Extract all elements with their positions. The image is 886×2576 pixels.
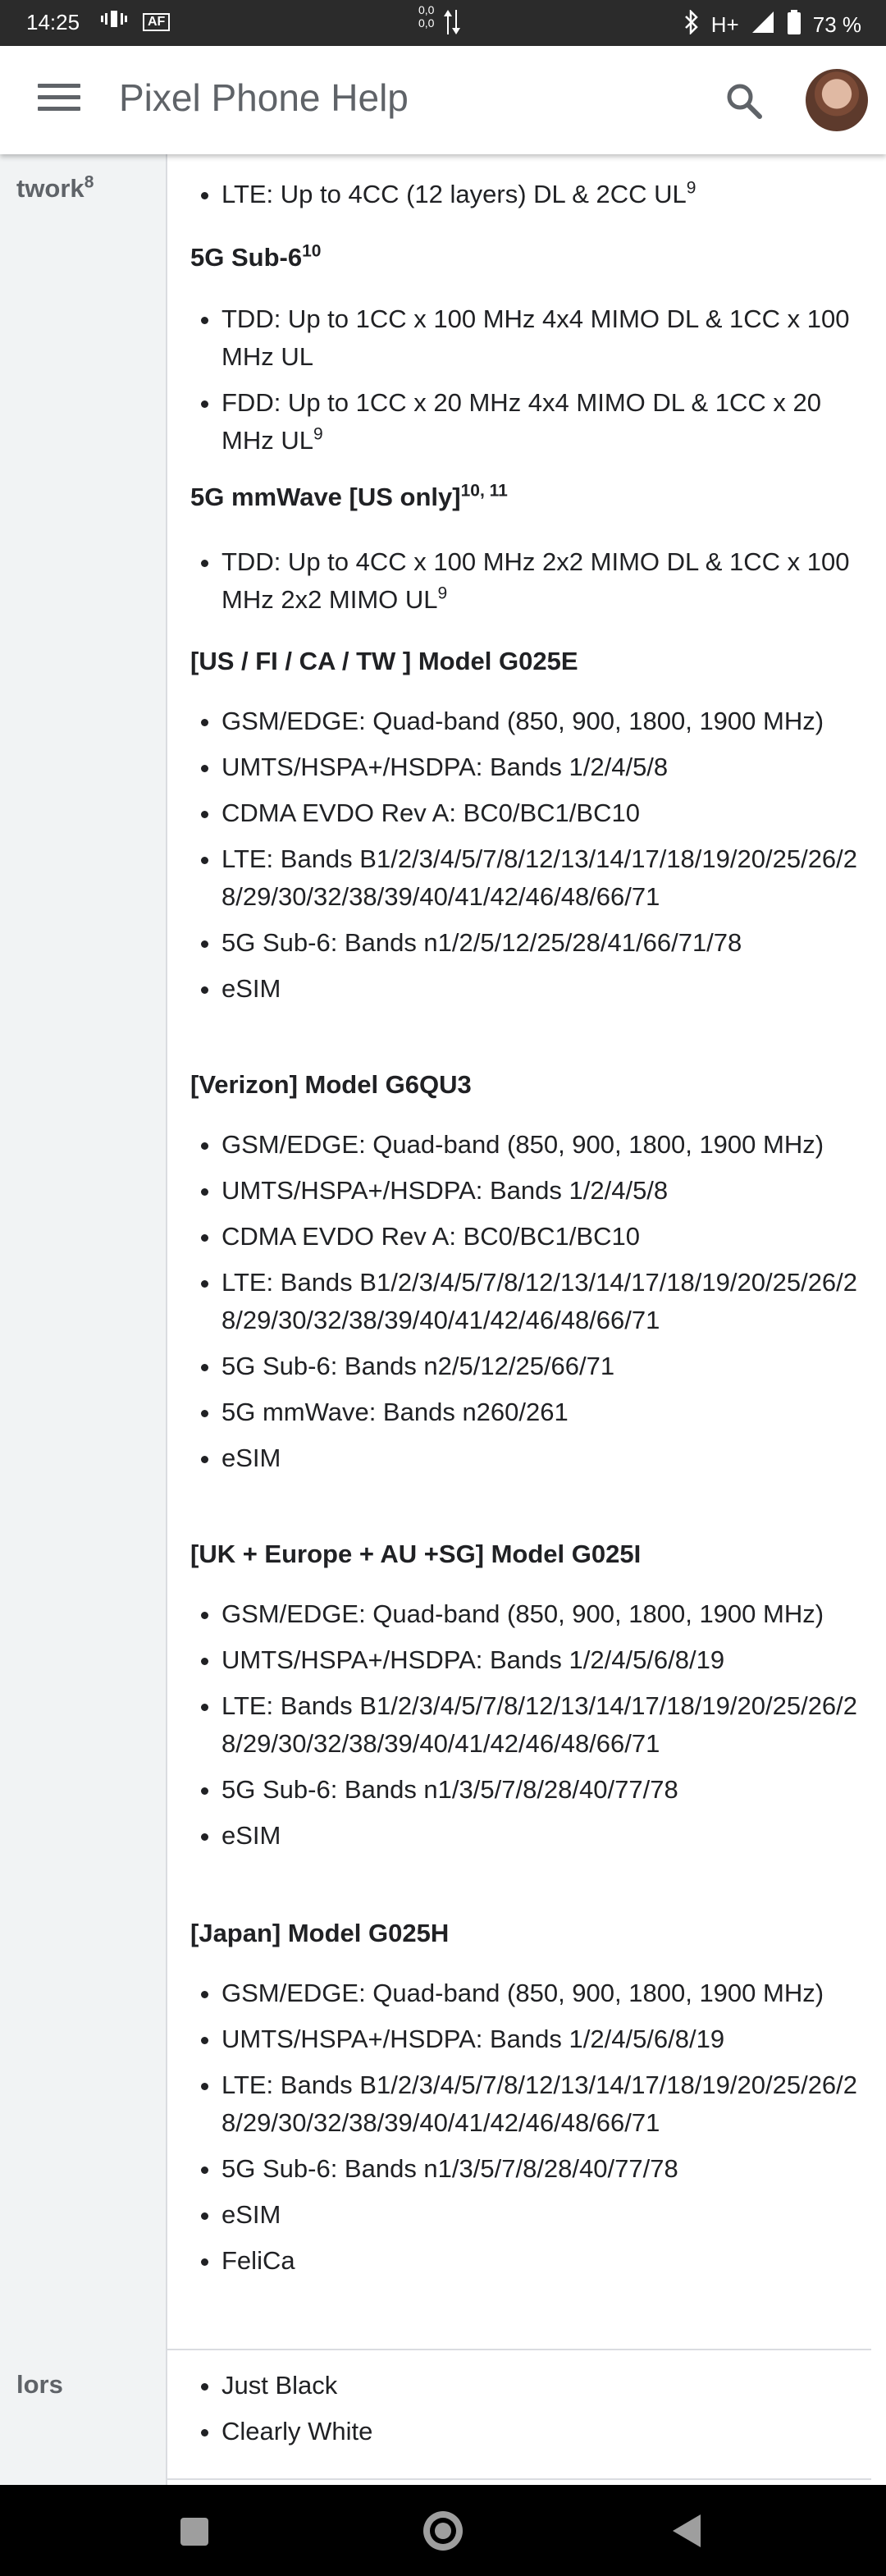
vibrate-notification-icon [100,8,128,35]
list-item: FeliCa [222,2242,871,2280]
list-item: FDD: Up to 1CC x 20 MHz 4x4 MIMO DL & 1C… [222,384,871,460]
list-item: Just Black [222,2367,871,2404]
net-up-value: 0,0 [418,3,435,16]
mmwave-heading-text: 5G mmWave [US only] [190,483,461,511]
list-item: eSIM [222,1439,871,1477]
search-icon[interactable] [724,80,765,121]
battery-icon [787,10,802,40]
list-item: eSIM [222,1817,871,1855]
back-icon[interactable] [673,2514,701,2547]
mmwave-list: TDD: Up to 4CC x 100 MHz 2x2 MIMO DL & 1… [190,543,871,627]
list-item: UMTS/HSPA+/HSDPA: Bands 1/2/4/5/8 [222,748,871,786]
network-label-text: twork [16,174,84,203]
list-item: 5G Sub-6: Bands n1/3/5/7/8/28/40/77/78 [222,1771,871,1809]
lte-summary-text: LTE: Up to 4CC (12 layers) DL & 2CC UL [222,180,687,208]
model-heading: [Japan] Model G025H [190,1919,450,1947]
list-item: TDD: Up to 4CC x 100 MHz 2x2 MIMO DL & 1… [222,543,871,619]
model-heading: [UK + Europe + AU +SG] Model G025I [190,1540,642,1568]
model-heading: [Verizon] Model G6QU3 [190,1070,472,1099]
system-nav-bar [0,2485,886,2576]
status-bar: 14:25 AF 0,0 0,0 H+ 73 % [0,0,886,46]
list-item: GSM/EDGE: Quad-band (850, 900, 1800, 190… [222,1974,871,2012]
app-title: Pixel Phone Help [119,76,409,119]
app-bar: Pixel Phone Help [0,46,886,154]
list-item: 5G Sub-6: Bands n1/3/5/7/8/28/40/77/78 [222,2150,871,2188]
row-divider [166,2478,871,2480]
list-item: 5G mmWave: Bands n260/261 [222,1393,871,1431]
colors-list: Just Black Clearly White [190,2367,871,2459]
footnote-link[interactable]: 9 [313,425,323,444]
model-band-list: GSM/EDGE: Quad-band (850, 900, 1800, 190… [190,702,871,1016]
network-row-label: twork8 [16,174,94,204]
colors-row-label: lors [16,2370,63,2399]
list-item: LTE: Bands B1/2/3/4/5/7/8/12/13/14/17/18… [222,840,871,916]
list-item: GSM/EDGE: Quad-band (850, 900, 1800, 190… [222,702,871,740]
footnote-link[interactable]: 9 [687,179,696,198]
list-item: CDMA EVDO Rev A: BC0/BC1/BC10 [222,794,871,832]
footnote-link[interactable]: 10, 11 [461,482,508,501]
network-type: H+ [710,12,739,37]
network-label-footnote[interactable]: 8 [84,173,94,192]
model-heading: [US / FI / CA / TW ] Model G025E [190,647,578,675]
menu-icon[interactable] [38,84,80,117]
list-item-text: TDD: Up to 1CC x 100 MHz 4x4 MIMO DL & 1… [222,304,850,371]
status-right: H+ 73 % [683,8,861,40]
model-band-list: GSM/EDGE: Quad-band (850, 900, 1800, 190… [190,1595,871,1863]
footnote-link[interactable]: 10 [302,242,321,261]
list-item: UMTS/HSPA+/HSDPA: Bands 1/2/4/5/8 [222,1172,871,1210]
list-item: eSIM [222,2196,871,2234]
battery-percent: 73 % [812,12,861,37]
bluetooth-icon [683,8,700,40]
list-item-text: FDD: Up to 1CC x 20 MHz 4x4 MIMO DL & 1C… [222,388,821,455]
net-down-value: 0,0 [418,16,435,30]
network-speed: 0,0 0,0 [418,3,434,30]
label-column [16,154,167,2485]
list-item: TDD: Up to 1CC x 100 MHz 4x4 MIMO DL & 1… [222,300,871,376]
home-icon[interactable] [423,2511,463,2551]
notification-icons: AF [100,8,171,35]
model-band-list: GSM/EDGE: Quad-band (850, 900, 1800, 190… [190,1126,871,1485]
sub6-heading-text: 5G Sub-6 [190,243,303,272]
signal-icon [751,10,775,40]
list-item: 5G Sub-6: Bands n1/2/5/12/25/28/41/66/71… [222,924,871,962]
list-item-text: TDD: Up to 4CC x 100 MHz 2x2 MIMO DL & 1… [222,547,850,614]
sub6-heading: 5G Sub-610 [190,243,321,272]
account-avatar[interactable] [806,69,868,131]
lte-summary-list: LTE: Up to 4CC (12 layers) DL & 2CC UL9 [190,176,871,222]
list-item: CDMA EVDO Rev A: BC0/BC1/BC10 [222,1218,871,1256]
specs-table: twork8 LTE: Up to 4CC (12 layers) DL & 2… [0,154,886,2485]
sub6-list: TDD: Up to 1CC x 100 MHz 4x4 MIMO DL & 1… [190,300,871,468]
list-item: LTE: Bands B1/2/3/4/5/7/8/12/13/14/17/18… [222,1264,871,1339]
table-edge [0,154,16,2485]
data-transfer-icon [443,8,461,42]
row-divider [166,2349,871,2350]
list-item: UMTS/HSPA+/HSDPA: Bands 1/2/4/5/6/8/19 [222,1641,871,1679]
list-item: UMTS/HSPA+/HSDPA: Bands 1/2/4/5/6/8/19 [222,2020,871,2058]
list-item: GSM/EDGE: Quad-band (850, 900, 1800, 190… [222,1595,871,1633]
list-item: GSM/EDGE: Quad-band (850, 900, 1800, 190… [222,1126,871,1164]
list-item: eSIM [222,970,871,1008]
list-item: LTE: Up to 4CC (12 layers) DL & 2CC UL9 [222,176,871,213]
clock: 14:25 [26,10,80,34]
carrier-badge: AF [143,12,171,31]
list-item: LTE: Bands B1/2/3/4/5/7/8/12/13/14/17/18… [222,2066,871,2142]
recents-icon[interactable] [180,2518,208,2546]
model-band-list: GSM/EDGE: Quad-band (850, 900, 1800, 190… [190,1974,871,2288]
list-item: 5G Sub-6: Bands n2/5/12/25/66/71 [222,1347,871,1385]
mmwave-heading: 5G mmWave [US only]10, 11 [190,483,508,512]
list-item: LTE: Bands B1/2/3/4/5/7/8/12/13/14/17/18… [222,1687,871,1763]
footnote-link[interactable]: 9 [438,584,448,603]
list-item: Clearly White [222,2413,871,2450]
